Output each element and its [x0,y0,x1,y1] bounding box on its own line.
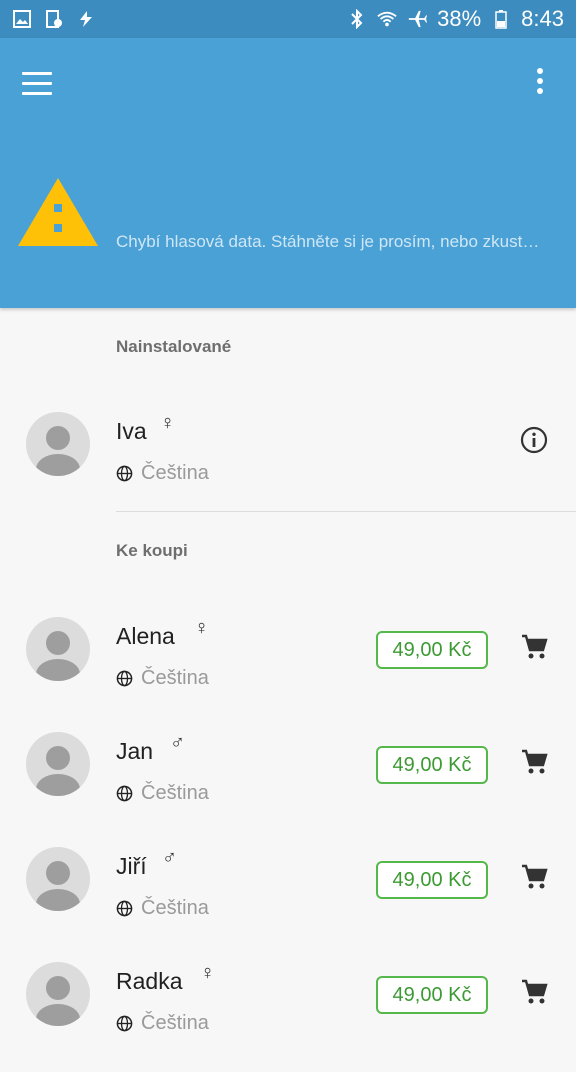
wifi-icon [377,10,397,28]
voice-language: Čeština [116,897,209,920]
bluetooth-icon [347,9,367,29]
airplane-icon [407,10,428,28]
globe-icon [116,900,133,917]
language-label: Čeština [141,667,209,689]
voice-row-alena[interactable]: Alena ♀ Čeština 49,00 Kč [0,617,576,727]
voice-row-jiri[interactable]: Jiří ♂ Čeština 49,00 Kč [0,847,576,957]
device-icon [44,10,64,28]
male-icon: ♂ [162,847,177,869]
language-label: Čeština [141,462,209,484]
shopping-cart-icon[interactable] [520,633,548,661]
battery-percent: 38% [437,6,482,31]
avatar [26,847,90,911]
globe-icon [116,465,133,482]
language-label: Čeština [141,782,209,804]
female-icon: ♀ [160,412,175,434]
voice-language: Čeština [116,782,209,805]
flash-icon [76,10,96,28]
voice-row-radka[interactable]: Radka ♀ Čeština 49,00 Kč [0,962,576,1072]
price-button[interactable]: 49,00 Kč [376,631,488,669]
globe-icon [116,785,133,802]
voice-row-iva[interactable]: Iva ♀ Čeština [0,412,576,522]
voice-name: Radka [116,968,183,994]
battery-icon [491,10,511,29]
voice-language: Čeština [116,667,209,690]
status-bar: 38% 8:43 [0,0,576,38]
voice-name: Alena [116,623,175,649]
shopping-cart-icon[interactable] [520,863,548,891]
app-bar: Chybí hlasová data. Stáhněte si je prosí… [0,38,576,308]
language-label: Čeština [141,897,209,919]
more-vertical-icon[interactable] [530,68,550,100]
male-icon: ♂ [170,732,185,754]
price-button[interactable]: 49,00 Kč [376,976,488,1014]
price-button[interactable]: 49,00 Kč [376,861,488,899]
missing-voice-data-warning: Chybí hlasová data. Stáhněte si je prosí… [116,232,540,251]
info-icon[interactable] [520,426,548,454]
warning-icon [18,178,98,246]
divider [116,511,576,512]
female-icon: ♀ [194,617,209,639]
voice-name: Iva [116,418,147,444]
avatar [26,962,90,1026]
voice-language: Čeština [116,462,209,485]
shopping-cart-icon[interactable] [520,748,548,776]
hamburger-menu-icon[interactable] [22,72,56,96]
section-title-purchase: Ke koupi [116,541,188,560]
voice-name: Jiří [116,853,147,879]
shopping-cart-icon[interactable] [520,978,548,1006]
female-icon: ♀ [200,962,215,984]
voice-row-jan[interactable]: Jan ♂ Čeština 49,00 Kč [0,732,576,842]
price-button[interactable]: 49,00 Kč [376,746,488,784]
globe-icon [116,670,133,687]
voice-name: Jan [116,738,154,764]
clock: 8:43 [521,6,564,31]
avatar [26,617,90,681]
gallery-icon [12,10,32,28]
avatar [26,412,90,476]
section-title-installed: Nainstalované [116,337,232,356]
avatar [26,732,90,796]
